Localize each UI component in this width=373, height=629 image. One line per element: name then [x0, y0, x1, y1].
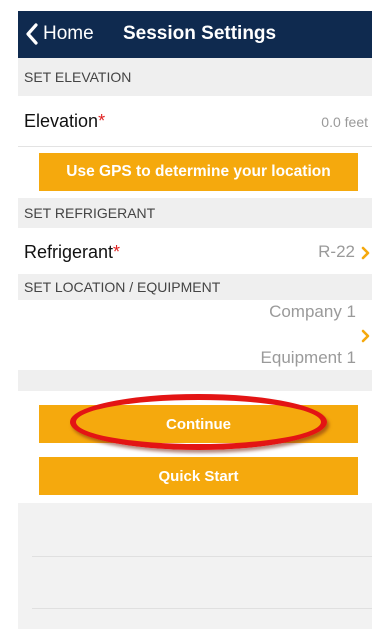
chevron-right-icon[interactable] — [361, 246, 370, 260]
required-marker: * — [98, 111, 106, 131]
section-header-elevation: SET ELEVATION — [18, 58, 372, 96]
divider — [18, 146, 372, 147]
location-equipment-row[interactable]: Company 1 Equipment 1 — [18, 300, 372, 370]
use-gps-button[interactable]: Use GPS to determine your location — [39, 153, 358, 191]
chevron-left-icon[interactable] — [25, 23, 39, 45]
company-value: Company 1 — [269, 302, 356, 321]
refrigerant-value[interactable]: R-22 — [318, 242, 355, 262]
divider — [32, 556, 372, 557]
spacer-band — [18, 370, 372, 391]
elevation-row[interactable]: Elevation* 0.0 feet — [18, 96, 372, 146]
required-marker: * — [113, 242, 121, 262]
elevation-value[interactable]: 0.0 feet — [321, 114, 368, 130]
refrigerant-label: Refrigerant* — [24, 242, 121, 262]
session-settings-screen: Home Session Settings SET ELEVATION Elev… — [18, 11, 372, 629]
divider — [32, 608, 372, 609]
continue-button[interactable]: Continue — [39, 405, 358, 443]
back-button[interactable]: Home — [43, 23, 94, 45]
chevron-right-icon[interactable] — [361, 329, 370, 343]
refrigerant-row[interactable]: Refrigerant* R-22 — [18, 228, 372, 274]
section-header-location: SET LOCATION / EQUIPMENT — [18, 274, 372, 300]
equipment-value: Equipment 1 — [260, 348, 356, 367]
quick-start-button[interactable]: Quick Start — [39, 457, 358, 495]
elevation-label: Elevation* — [24, 111, 106, 131]
navigation-bar: Home Session Settings — [18, 11, 372, 58]
page-title: Session Settings — [123, 23, 277, 44]
empty-list-area — [18, 503, 372, 629]
section-header-refrigerant: SET REFRIGERANT — [18, 198, 372, 228]
